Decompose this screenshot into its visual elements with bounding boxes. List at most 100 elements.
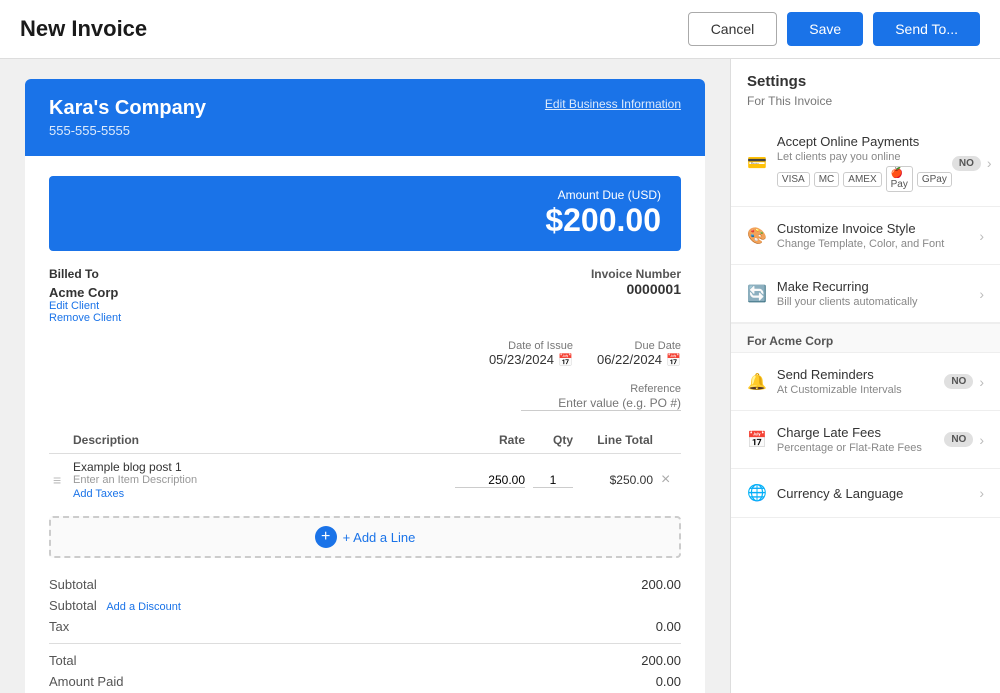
tax-value: 0.00 bbox=[656, 619, 681, 634]
applepay-logo: 🍎Pay bbox=[886, 166, 913, 192]
refresh-icon: 🔄 bbox=[747, 284, 767, 304]
subtotal-label: Subtotal bbox=[49, 577, 97, 592]
company-name: Kara's Company bbox=[49, 97, 206, 120]
totals-divider bbox=[49, 643, 681, 644]
item-description-cell: Example blog post 1 Enter an Item Descri… bbox=[69, 454, 449, 507]
due-date-calendar-icon[interactable]: 📅 bbox=[666, 353, 681, 367]
col-description: Description bbox=[69, 427, 449, 454]
plus-circle-icon: + bbox=[315, 526, 337, 548]
dates-row: Date of Issue 05/23/2024 📅 Due Date 06/2… bbox=[49, 340, 681, 367]
settings-item-charge-late-fees[interactable]: 📅 Charge Late Fees Percentage or Flat-Ra… bbox=[731, 411, 1000, 469]
due-date-label: Due Date bbox=[597, 340, 681, 352]
item-description-sub: Enter an Item Description bbox=[73, 474, 445, 486]
accept-payments-desc: Let clients pay you online VISA MC AMEX … bbox=[777, 151, 952, 192]
send-to-button[interactable]: Send To... bbox=[873, 12, 980, 46]
item-rate-input[interactable] bbox=[455, 473, 525, 488]
discount-row: Subtotal Add a Discount bbox=[49, 595, 681, 616]
reference-field: Reference bbox=[521, 383, 681, 411]
item-line-total: $250.00 bbox=[577, 454, 657, 507]
amount-due-box: Amount Due (USD) $200.00 bbox=[49, 176, 681, 251]
col-line-total: Line Total bbox=[577, 427, 657, 454]
add-taxes-link[interactable]: Add Taxes bbox=[73, 488, 124, 500]
send-reminders-label: Send Reminders bbox=[777, 367, 902, 382]
send-reminders-desc: At Customizable Intervals bbox=[777, 384, 902, 396]
due-date-value: 06/22/2024 bbox=[597, 352, 662, 367]
make-recurring-chevron: › bbox=[979, 286, 984, 302]
edit-business-link[interactable]: Edit Business Information bbox=[545, 97, 681, 111]
invoice-number-label: Invoice Number bbox=[591, 267, 681, 281]
totals-section: Subtotal 200.00 Subtotal Add a Discount … bbox=[49, 574, 681, 693]
settings-item-send-reminders[interactable]: 🔔 Send Reminders At Customizable Interva… bbox=[731, 353, 1000, 411]
add-discount-link[interactable]: Add a Discount bbox=[106, 601, 181, 613]
amount-due-label: Amount Due (USD) bbox=[69, 188, 661, 202]
item-delete-button[interactable]: × bbox=[661, 471, 670, 489]
subtotal-label2: Subtotal Add a Discount bbox=[49, 598, 181, 613]
company-phone: 555-555-5555 bbox=[49, 123, 206, 138]
add-line-button[interactable]: + + Add a Line bbox=[49, 516, 681, 558]
invoice-body: Amount Due (USD) $200.00 Billed To Acme … bbox=[25, 156, 705, 693]
accept-payments-label: Accept Online Payments bbox=[777, 134, 952, 149]
amex-logo: AMEX bbox=[843, 172, 881, 187]
credit-card-icon: 💳 bbox=[747, 153, 767, 173]
send-reminders-badge: NO bbox=[944, 374, 973, 389]
col-qty: Qty bbox=[529, 427, 577, 454]
accept-payments-badge: NO bbox=[952, 156, 981, 171]
bell-icon: 🔔 bbox=[747, 372, 767, 392]
settings-item-accept-payments[interactable]: 💳 Accept Online Payments Let clients pay… bbox=[731, 120, 1000, 207]
company-info: Kara's Company 555-555-5555 bbox=[49, 97, 206, 138]
settings-item-make-recurring[interactable]: 🔄 Make Recurring Bill your clients autom… bbox=[731, 265, 1000, 323]
accept-payments-chevron: › bbox=[987, 155, 992, 171]
calendar-icon: 📅 bbox=[747, 430, 767, 450]
currency-language-chevron: › bbox=[979, 485, 984, 501]
reference-input[interactable] bbox=[521, 396, 681, 411]
remove-client-link[interactable]: Remove Client bbox=[49, 312, 121, 324]
invoice-header-bar: Kara's Company 555-555-5555 Edit Busines… bbox=[25, 79, 705, 156]
payment-logos: VISA MC AMEX 🍎Pay GPay bbox=[777, 166, 952, 192]
currency-language-label: Currency & Language bbox=[777, 486, 903, 501]
due-date-field: Due Date 06/22/2024 📅 bbox=[597, 340, 681, 367]
charge-late-fees-label: Charge Late Fees bbox=[777, 425, 922, 440]
mastercard-logo: MC bbox=[814, 172, 840, 187]
subtotal-row: Subtotal 200.00 bbox=[49, 574, 681, 595]
amount-paid-value: 0.00 bbox=[656, 674, 681, 689]
reference-row: Reference bbox=[49, 383, 681, 411]
charge-late-fees-badge: NO bbox=[944, 432, 973, 447]
amount-paid-label: Amount Paid bbox=[49, 674, 123, 689]
item-qty-input[interactable] bbox=[533, 473, 573, 488]
amount-paid-row: Amount Paid 0.00 bbox=[49, 671, 681, 692]
save-button[interactable]: Save bbox=[787, 12, 863, 46]
invoice-area: Kara's Company 555-555-5555 Edit Busines… bbox=[0, 59, 730, 693]
reference-label: Reference bbox=[521, 383, 681, 395]
settings-item-currency-language[interactable]: 🌐 Currency & Language › bbox=[731, 469, 1000, 518]
settings-subtitle: For This Invoice bbox=[731, 94, 1000, 120]
globe-icon: 🌐 bbox=[747, 483, 767, 503]
drag-handle[interactable]: ≡ bbox=[49, 454, 69, 507]
subtotal-value: 200.00 bbox=[641, 577, 681, 592]
total-label: Total bbox=[49, 653, 76, 668]
edit-client-link[interactable]: Edit Client bbox=[49, 300, 121, 312]
page-title: New Invoice bbox=[20, 16, 147, 42]
add-line-label: + Add a Line bbox=[343, 530, 416, 545]
tax-label: Tax bbox=[49, 619, 69, 634]
item-rate-cell bbox=[449, 454, 529, 507]
cancel-button[interactable]: Cancel bbox=[688, 12, 778, 46]
date-of-issue-label: Date of Issue bbox=[489, 340, 573, 352]
for-client-label: For Acme Corp bbox=[731, 323, 1000, 353]
col-delete bbox=[657, 427, 681, 454]
billed-to-label: Billed To bbox=[49, 267, 121, 281]
date-of-issue-value: 05/23/2024 bbox=[489, 352, 554, 367]
header-buttons: Cancel Save Send To... bbox=[688, 12, 980, 46]
invoice-number-section: Invoice Number 0000001 bbox=[591, 267, 681, 324]
settings-item-customize-style[interactable]: 🎨 Customize Invoice Style Change Templat… bbox=[731, 207, 1000, 265]
charge-late-fees-desc: Percentage or Flat-Rate Fees bbox=[777, 442, 922, 454]
date-of-issue-calendar-icon[interactable]: 📅 bbox=[558, 353, 573, 367]
main-layout: Kara's Company 555-555-5555 Edit Busines… bbox=[0, 59, 1000, 693]
customize-style-desc: Change Template, Color, and Font bbox=[777, 238, 944, 250]
total-row: Total 200.00 bbox=[49, 650, 681, 671]
col-rate: Rate bbox=[449, 427, 529, 454]
make-recurring-label: Make Recurring bbox=[777, 279, 918, 294]
send-reminders-chevron: › bbox=[979, 374, 984, 390]
billed-to-section: Billed To Acme Corp Edit Client Remove C… bbox=[49, 267, 121, 324]
googlepay-logo: GPay bbox=[917, 172, 952, 187]
total-value: 200.00 bbox=[641, 653, 681, 668]
